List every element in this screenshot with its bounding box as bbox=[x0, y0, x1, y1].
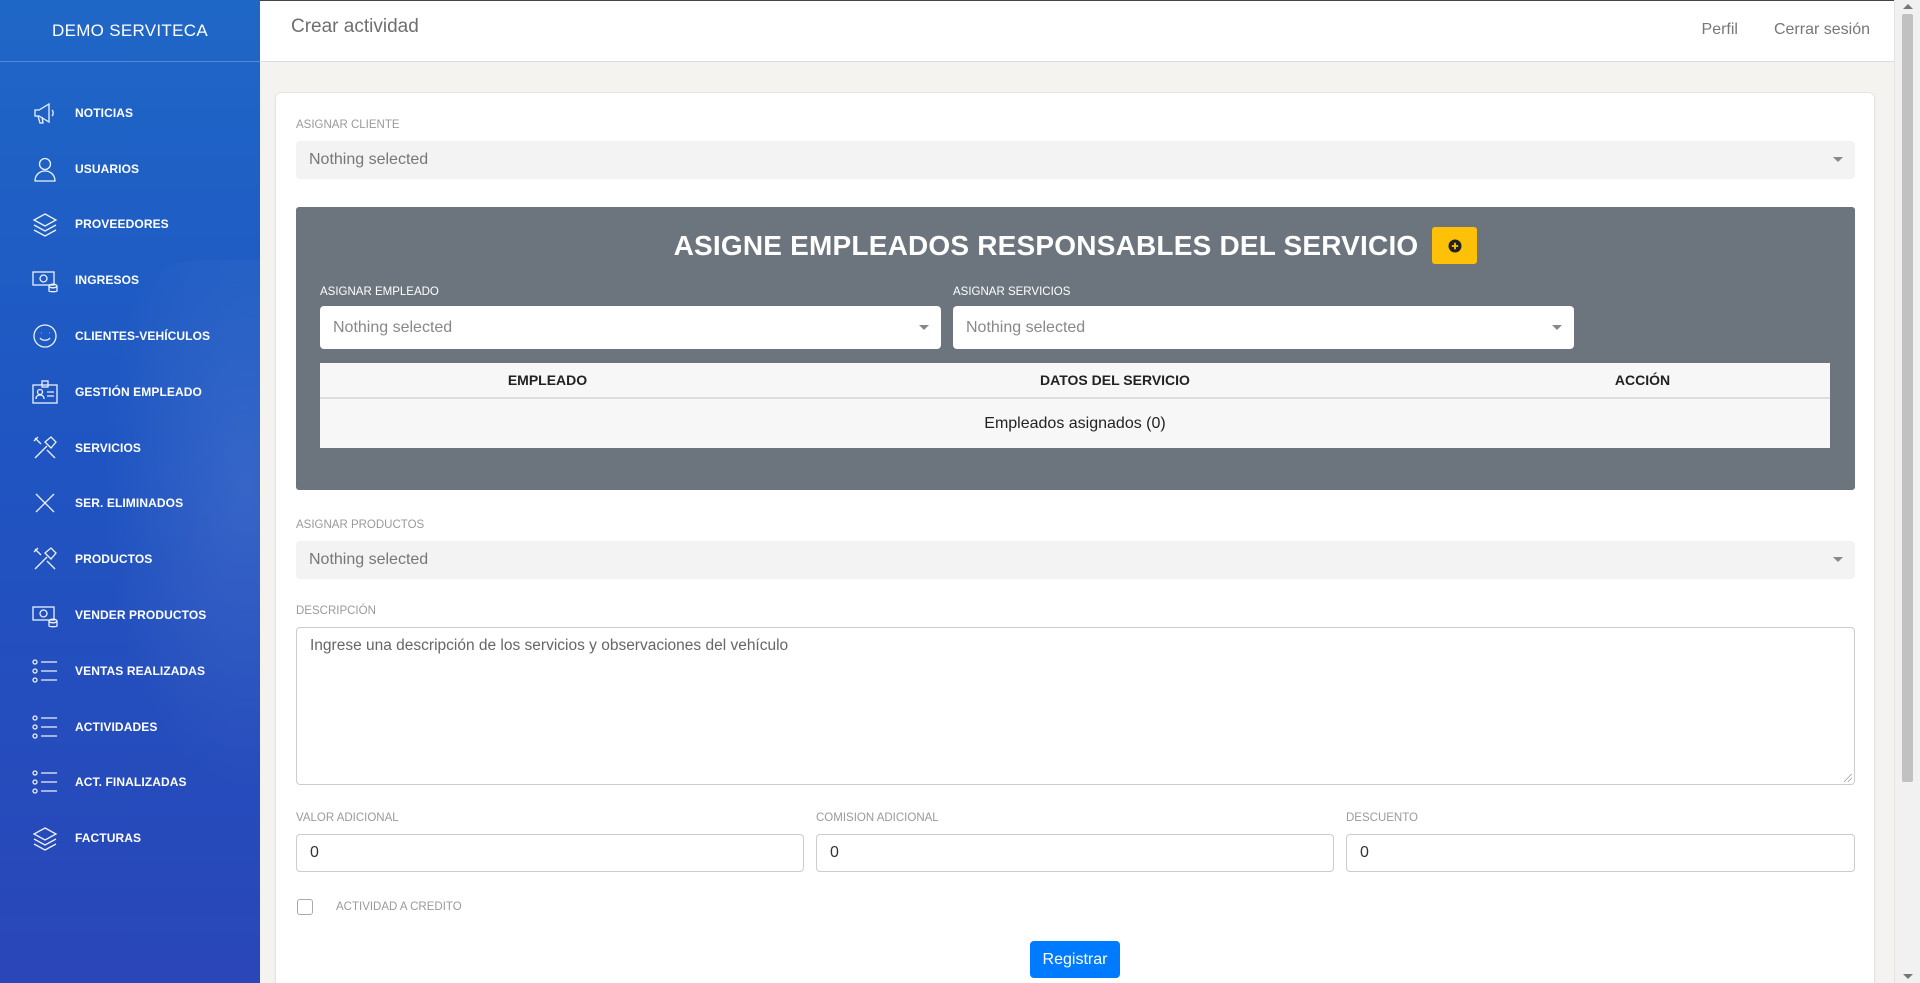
scrollbar-thumb[interactable] bbox=[1902, 14, 1913, 782]
assigned-employees-table: EMPLEADO DATOS DEL SERVICIO ACCIÓN Emple… bbox=[320, 363, 1830, 448]
empty-table-message: Empleados asignados (0) bbox=[984, 414, 1166, 432]
servicios-select[interactable]: Nothing selected bbox=[953, 306, 1574, 349]
top-navbar: Crear actividad Perfil Cerrar sesión bbox=[260, 0, 1894, 62]
list-icon bbox=[30, 767, 60, 797]
money-icon bbox=[30, 600, 60, 630]
logout-link[interactable]: Cerrar sesión bbox=[1774, 21, 1870, 39]
sidebar-item-productos[interactable]: PRODUCTOS bbox=[0, 531, 260, 587]
sidebar-item-label: PRODUCTOS bbox=[75, 552, 153, 567]
descripcion-textarea[interactable]: Ingrese una descripción de los servicios… bbox=[296, 627, 1855, 785]
panel-heading: ASIGNE EMPLEADOS RESPONSABLES DEL SERVIC… bbox=[296, 227, 1855, 266]
sidebar-item-label: ACTIVIDADES bbox=[75, 719, 158, 734]
money-icon bbox=[30, 265, 60, 295]
sidebar-item-label: VENTAS REALIZADAS bbox=[75, 663, 206, 678]
sidebar-item-label: USUARIOS bbox=[75, 161, 140, 176]
close-icon bbox=[30, 488, 60, 518]
table-row: Empleados asignados (0) bbox=[320, 399, 1830, 448]
tools-icon bbox=[30, 433, 60, 463]
list-icon bbox=[30, 656, 60, 686]
sidebar-item-label: FACTURAS bbox=[75, 831, 142, 846]
sidebar-item-act-finalizadas[interactable]: ACT. FINALIZADAS bbox=[0, 755, 260, 811]
empleado-select[interactable]: Nothing selected bbox=[320, 306, 941, 349]
cliente-select-value: Nothing selected bbox=[309, 151, 429, 168]
empleado-label: ASIGNAR EMPLEADO bbox=[320, 286, 439, 298]
badge-icon bbox=[30, 377, 60, 407]
registrar-button[interactable]: Registrar bbox=[1030, 941, 1120, 978]
column-header-accion: ACCIÓN bbox=[1614, 372, 1671, 388]
scroll-down-icon[interactable] bbox=[1903, 974, 1913, 979]
sidebar-item-proveedores[interactable]: PROVEEDORES bbox=[0, 197, 260, 253]
sidebar-nav: NOTICIAS USUARIOS PROVEEDORES INGRESOS C… bbox=[0, 62, 260, 866]
descuento-input[interactable]: 0 bbox=[1346, 834, 1855, 872]
user-icon bbox=[30, 154, 60, 184]
top-nav-links: Perfil Cerrar sesión bbox=[1702, 21, 1870, 39]
sidebar-item-label: SER. ELIMINADOS bbox=[75, 496, 184, 511]
panel-title: ASIGNE EMPLEADOS RESPONSABLES DEL SERVIC… bbox=[673, 229, 1419, 261]
chevron-down-icon bbox=[1833, 557, 1843, 562]
descripcion-placeholder: Ingrese una descripción de los servicios… bbox=[310, 637, 789, 654]
valor-adicional-input[interactable]: 0 bbox=[296, 834, 804, 872]
comision-adicional-label: COMISION ADICIONAL bbox=[816, 812, 939, 824]
sidebar-item-usuarios[interactable]: USUARIOS bbox=[0, 141, 260, 197]
sidebar-item-label: INGRESOS bbox=[75, 273, 140, 288]
resize-handle-icon[interactable] bbox=[1844, 774, 1852, 782]
page-scrollbar[interactable] bbox=[1894, 0, 1920, 983]
sidebar-item-ingresos[interactable]: INGRESOS bbox=[0, 252, 260, 308]
sidebar-item-noticias[interactable]: NOTICIAS bbox=[0, 85, 260, 141]
empleado-select-value: Nothing selected bbox=[333, 318, 453, 336]
descripcion-label: DESCRIPCIÓN bbox=[296, 605, 376, 617]
sidebar-item-label: ACT. FINALIZADAS bbox=[75, 775, 187, 790]
tools-icon bbox=[30, 544, 60, 574]
cliente-select[interactable]: Nothing selected bbox=[296, 141, 1855, 179]
sidebar-item-label: GESTIÓN EMPLEADO bbox=[75, 384, 202, 399]
chevron-down-icon bbox=[1833, 157, 1843, 162]
comision-adicional-input[interactable]: 0 bbox=[816, 834, 1334, 872]
plus-circle-icon bbox=[1448, 239, 1462, 252]
sidebar-item-label: CLIENTES-VEHÍCULOS bbox=[75, 329, 211, 344]
profile-link[interactable]: Perfil bbox=[1702, 21, 1738, 39]
list-icon bbox=[30, 712, 60, 742]
sidebar-item-label: VENDER PRODUCTOS bbox=[75, 608, 207, 623]
sidebar-item-ventas-realizadas[interactable]: VENTAS REALIZADAS bbox=[0, 643, 260, 699]
servicios-select-value: Nothing selected bbox=[966, 318, 1086, 336]
layers-icon bbox=[30, 209, 60, 239]
scroll-up-icon[interactable] bbox=[1903, 4, 1913, 9]
add-employee-button[interactable] bbox=[1432, 227, 1478, 264]
layers-icon bbox=[30, 823, 60, 853]
credito-checkbox[interactable] bbox=[297, 899, 313, 915]
sidebar: DEMO SERVITECA NOTICIAS USUARIOS PROVEED… bbox=[0, 0, 260, 983]
productos-select-value: Nothing selected bbox=[309, 551, 429, 568]
table-header: EMPLEADO DATOS DEL SERVICIO ACCIÓN bbox=[320, 363, 1830, 399]
employee-assignment-panel: ASIGNE EMPLEADOS RESPONSABLES DEL SERVIC… bbox=[296, 207, 1855, 490]
brand-title[interactable]: DEMO SERVITECA bbox=[0, 0, 260, 62]
page-title: Crear actividad bbox=[291, 16, 419, 37]
servicios-label: ASIGNAR SERVICIOS bbox=[953, 286, 1071, 298]
sidebar-item-label: NOTICIAS bbox=[75, 105, 134, 120]
sidebar-item-vender-productos[interactable]: VENDER PRODUCTOS bbox=[0, 587, 260, 643]
sidebar-item-label: SERVICIOS bbox=[75, 440, 142, 455]
sidebar-item-gestion-empleado[interactable]: GESTIÓN EMPLEADO bbox=[0, 364, 260, 420]
activity-form-card: ASIGNAR CLIENTE Nothing selected ASIGNE … bbox=[275, 92, 1875, 983]
chevron-down-icon bbox=[1552, 325, 1562, 330]
sidebar-item-servicios[interactable]: SERVICIOS bbox=[0, 420, 260, 476]
smile-icon bbox=[30, 321, 60, 351]
descuento-label: DESCUENTO bbox=[1346, 812, 1418, 824]
productos-label: ASIGNAR PRODUCTOS bbox=[296, 519, 425, 531]
column-header-empleado: EMPLEADO bbox=[507, 372, 588, 388]
megaphone-icon bbox=[30, 98, 60, 128]
credito-label: ACTIVIDAD A CREDITO bbox=[336, 901, 462, 913]
valor-adicional-label: VALOR ADICIONAL bbox=[296, 812, 399, 824]
sidebar-item-facturas[interactable]: FACTURAS bbox=[0, 810, 260, 866]
sidebar-item-ser-eliminados[interactable]: SER. ELIMINADOS bbox=[0, 476, 260, 532]
column-header-datos-servicio: DATOS DEL SERVICIO bbox=[1040, 372, 1190, 388]
chevron-down-icon bbox=[919, 325, 929, 330]
sidebar-item-clientes-vehiculos[interactable]: CLIENTES-VEHÍCULOS bbox=[0, 308, 260, 364]
cliente-label: ASIGNAR CLIENTE bbox=[296, 119, 400, 131]
productos-select[interactable]: Nothing selected bbox=[296, 541, 1855, 579]
sidebar-item-label: PROVEEDORES bbox=[75, 217, 169, 232]
sidebar-item-actividades[interactable]: ACTIVIDADES bbox=[0, 699, 260, 755]
